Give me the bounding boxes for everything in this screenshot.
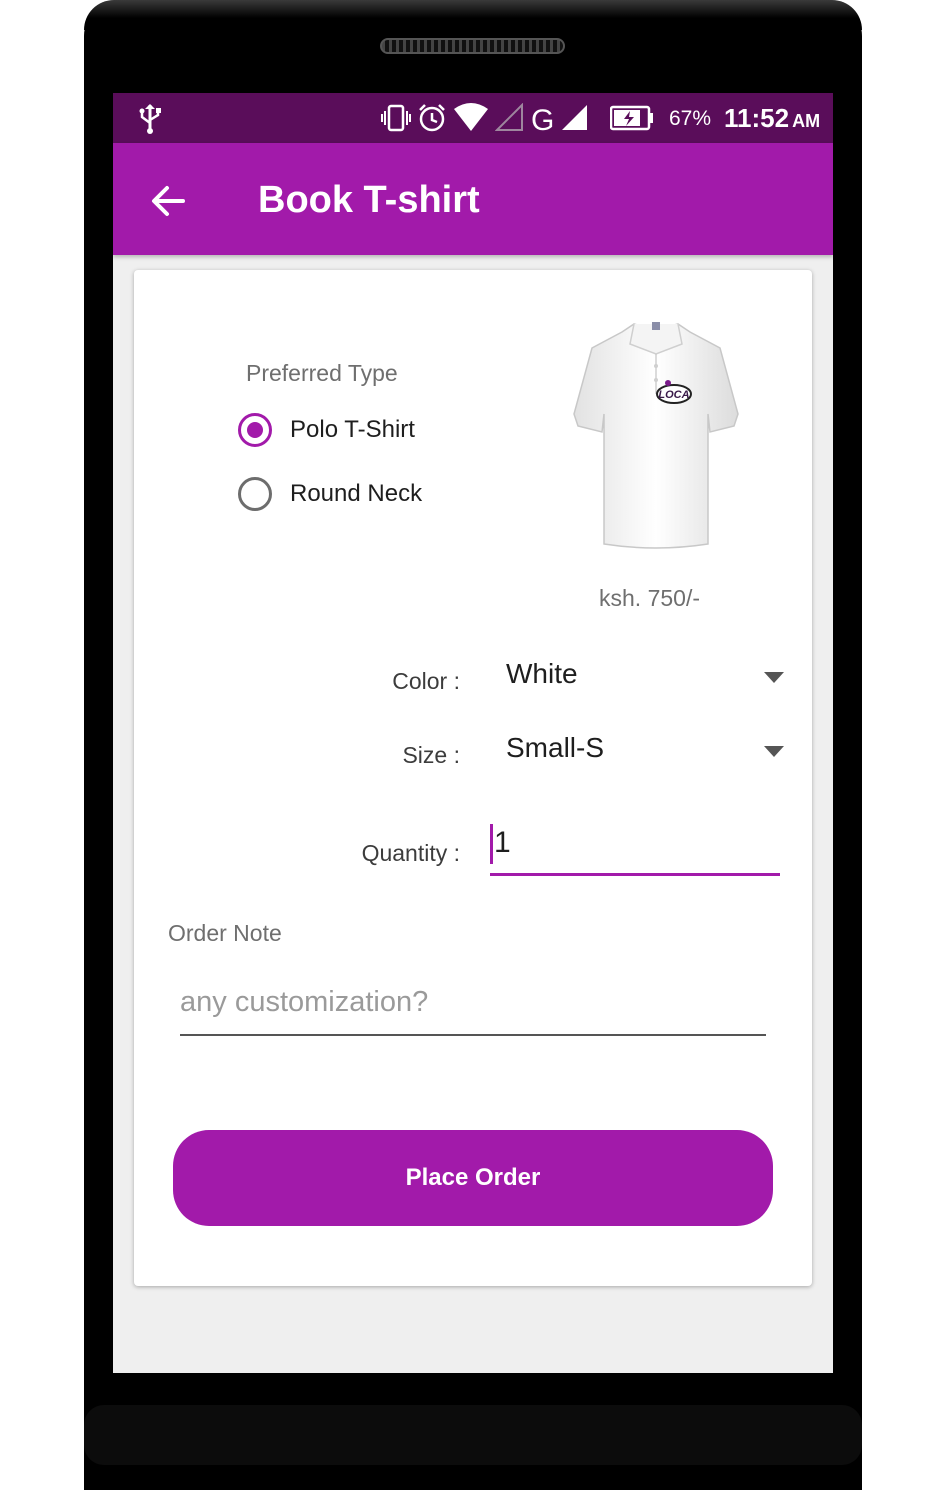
page-title: Book T-shirt [258, 179, 480, 221]
back-button[interactable] [149, 181, 189, 221]
radio-button-unchecked[interactable] [238, 477, 272, 511]
arrow-left-icon [152, 186, 185, 216]
dropdown-arrow-icon [764, 672, 784, 683]
radio-label: Round Neck [290, 480, 423, 507]
size-dropdown[interactable]: Small-S [504, 732, 784, 782]
radio-round-neck[interactable]: Round Neck [238, 477, 422, 511]
dropdown-arrow-icon [764, 746, 784, 757]
order-card: Preferred Type Polo T-Shirt Round Neck L… [134, 270, 812, 1286]
clock-time: 11:52 [724, 103, 790, 133]
order-note-label: Order Note [168, 920, 282, 946]
status-bar: G 67% 11:52 AM [113, 93, 833, 143]
alarm-icon [417, 103, 447, 138]
place-order-button[interactable]: Place Order [173, 1130, 773, 1226]
color-selected: White [506, 658, 578, 689]
radio-polo-tshirt[interactable]: Polo T-Shirt [238, 413, 415, 447]
color-label: Color : [392, 668, 460, 694]
size-label: Size : [402, 742, 460, 768]
vibrate-icon [381, 103, 411, 138]
phone-top-edge [84, 0, 862, 30]
phone-speaker [380, 38, 565, 54]
clock: 11:52 AM [724, 103, 820, 134]
usb-icon [137, 103, 163, 140]
network-type-label: G [531, 103, 555, 137]
battery-charging-icon [610, 105, 654, 136]
app-bar: Book T-shirt [113, 143, 833, 255]
signal-empty-icon [494, 102, 525, 138]
shirt-logo-text: LOCA [658, 389, 689, 401]
wifi-icon [453, 103, 489, 138]
quantity-value: 1 [494, 826, 511, 859]
color-dropdown[interactable]: White [504, 658, 784, 708]
phone-bottom-bezel [84, 1405, 862, 1465]
price-label: ksh. 750/- [599, 585, 700, 611]
quantity-input[interactable]: 1 [490, 820, 780, 876]
quantity-label: Quantity : [361, 840, 460, 866]
screen: G 67% 11:52 AM Book T-shirt Preferred Ty… [113, 93, 833, 1373]
preferred-type-label: Preferred Type [246, 360, 398, 386]
clock-ampm: AM [792, 111, 821, 131]
text-cursor [490, 824, 493, 864]
size-selected: Small-S [506, 732, 605, 763]
order-note-placeholder: any customization? [180, 986, 429, 1018]
radio-label: Polo T-Shirt [290, 416, 415, 443]
place-order-label: Place Order [405, 1164, 541, 1191]
radio-button-checked[interactable] [238, 413, 272, 447]
signal-icon [560, 103, 590, 138]
battery-percent: 67% [669, 107, 712, 130]
polo-shirt-image: LOCA [573, 322, 739, 549]
order-note-input[interactable]: any customization? [180, 980, 766, 1036]
